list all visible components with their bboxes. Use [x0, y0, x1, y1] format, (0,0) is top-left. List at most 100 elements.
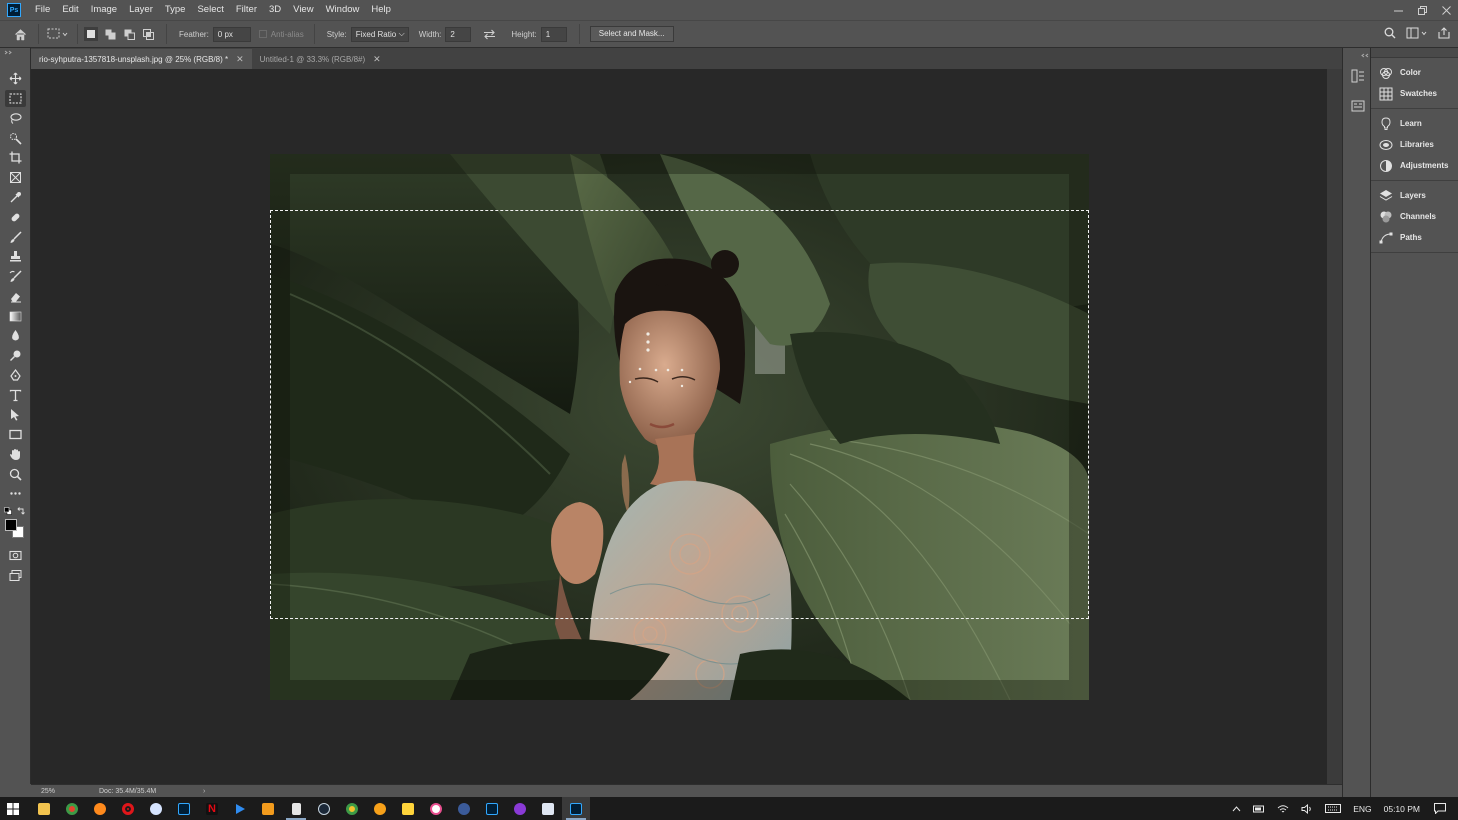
chrome-2-icon[interactable]: [338, 797, 366, 820]
eraser-tool-icon[interactable]: [5, 288, 26, 305]
rectangular-marquee-tool-icon[interactable]: [5, 90, 26, 107]
firefox-icon[interactable]: [86, 797, 114, 820]
swatches-panel-tab[interactable]: Swatches: [1371, 83, 1458, 104]
blur-tool-icon[interactable]: [5, 327, 26, 344]
search-icon[interactable]: [1382, 25, 1398, 41]
action-center-icon[interactable]: [1426, 803, 1458, 814]
close-icon[interactable]: ✕: [236, 54, 244, 65]
layers-panel-tab[interactable]: Layers: [1371, 185, 1458, 206]
collapse-tools-icon[interactable]: [4, 50, 12, 57]
workspace-switcher-icon[interactable]: [1404, 25, 1430, 41]
crop-tool-icon[interactable]: [5, 149, 26, 166]
foreground-color-swatch[interactable]: [5, 519, 17, 531]
anti-alias-checkbox[interactable]: Anti-alias: [258, 30, 304, 39]
rectangle-tool-icon[interactable]: [5, 426, 26, 443]
battery-icon[interactable]: [1247, 805, 1271, 813]
clone-stamp-tool-icon[interactable]: [5, 248, 26, 265]
close-button[interactable]: [1434, 0, 1458, 20]
volume-icon[interactable]: [1295, 803, 1319, 814]
gradient-tool-icon[interactable]: [5, 308, 26, 325]
swap-colors-icon[interactable]: [17, 507, 25, 517]
tool-preset-picker[interactable]: [45, 26, 71, 42]
menu-view[interactable]: View: [287, 0, 319, 20]
width-input[interactable]: 2: [445, 26, 472, 42]
tab-untitled-1[interactable]: Untitled-1 @ 33.3% (RGB/8#) ✕: [252, 49, 389, 69]
menu-file[interactable]: File: [29, 0, 56, 20]
show-hidden-icons-chevron-icon[interactable]: [1226, 805, 1247, 812]
zoom-tool-icon[interactable]: [5, 466, 26, 483]
windows-start-icon[interactable]: [0, 797, 26, 820]
menu-image[interactable]: Image: [85, 0, 123, 20]
learn-panel-tab[interactable]: Learn: [1371, 113, 1458, 134]
app-icon-13[interactable]: [366, 797, 394, 820]
close-icon[interactable]: ✕: [373, 54, 381, 65]
eyedropper-tool-icon[interactable]: [5, 189, 26, 206]
photoshop-taskbar-icon-active[interactable]: [562, 797, 590, 820]
vertical-scrollbar[interactable]: [1327, 69, 1342, 784]
steam-icon[interactable]: [310, 797, 338, 820]
height-input[interactable]: 1: [540, 26, 567, 42]
expand-panels-icon[interactable]: [1361, 50, 1369, 60]
paths-panel-tab[interactable]: Paths: [1371, 227, 1458, 248]
path-selection-tool-icon[interactable]: [5, 406, 26, 423]
add-to-selection-icon[interactable]: [103, 27, 117, 41]
subtract-from-selection-icon[interactable]: [122, 27, 136, 41]
home-icon[interactable]: [12, 26, 28, 42]
adjustments-panel-tab[interactable]: Adjustments: [1371, 155, 1458, 176]
menu-edit[interactable]: Edit: [56, 0, 84, 20]
chrome-icon[interactable]: [58, 797, 86, 820]
select-and-mask-button[interactable]: Select and Mask...: [589, 26, 674, 42]
app-icon-5[interactable]: [142, 797, 170, 820]
calculator-icon[interactable]: [282, 797, 310, 820]
libraries-panel-tab[interactable]: Libraries: [1371, 134, 1458, 155]
pen-tool-icon[interactable]: [5, 367, 26, 384]
swap-width-height-icon[interactable]: [481, 26, 497, 42]
lightroom-icon[interactable]: [478, 797, 506, 820]
file-explorer-icon[interactable]: [30, 797, 58, 820]
style-select[interactable]: Fixed Ratio: [350, 26, 409, 42]
menu-type[interactable]: Type: [159, 0, 192, 20]
restore-button[interactable]: [1410, 0, 1434, 20]
frame-tool-icon[interactable]: [5, 169, 26, 186]
language-indicator[interactable]: ENG: [1347, 804, 1377, 814]
clock[interactable]: 05:10 PM: [1378, 804, 1426, 814]
brush-tool-icon[interactable]: [5, 229, 26, 246]
marquee-selection[interactable]: [270, 210, 1089, 619]
feather-input[interactable]: 0 px: [212, 26, 251, 42]
healing-brush-tool-icon[interactable]: [5, 209, 26, 226]
keyboard-icon[interactable]: [1319, 804, 1347, 813]
color-panel-tab[interactable]: Color: [1371, 62, 1458, 83]
app-icon-16[interactable]: [450, 797, 478, 820]
quick-mask-icon[interactable]: [5, 547, 26, 564]
screen-mode-icon[interactable]: [5, 567, 26, 584]
default-colors-icon[interactable]: [4, 507, 12, 517]
status-menu-arrow[interactable]: ›: [203, 788, 205, 795]
app-icon-19[interactable]: [534, 797, 562, 820]
history-brush-tool-icon[interactable]: [5, 268, 26, 285]
quick-selection-tool-icon[interactable]: [5, 130, 26, 147]
menu-3d[interactable]: 3D: [263, 0, 287, 20]
share-icon[interactable]: [1436, 25, 1452, 41]
hand-tool-icon[interactable]: [5, 446, 26, 463]
tab-rio-syhputra[interactable]: rio-syhputra-1357818-unsplash.jpg @ 25% …: [31, 49, 252, 69]
dodge-tool-icon[interactable]: [5, 347, 26, 364]
app-icon-18[interactable]: [506, 797, 534, 820]
menu-help[interactable]: Help: [365, 0, 397, 20]
itunes-icon[interactable]: [422, 797, 450, 820]
new-selection-icon[interactable]: [84, 27, 98, 41]
edit-toolbar-icon[interactable]: [5, 485, 26, 502]
lasso-tool-icon[interactable]: [5, 110, 26, 127]
zoom-level-field[interactable]: 25%: [31, 788, 69, 795]
minimize-button[interactable]: [1386, 0, 1410, 20]
opera-icon[interactable]: [114, 797, 142, 820]
photoshop-taskbar-icon-1[interactable]: [170, 797, 198, 820]
history-panel-icon[interactable]: [1349, 67, 1366, 84]
menu-filter[interactable]: Filter: [230, 0, 263, 20]
menu-layer[interactable]: Layer: [123, 0, 159, 20]
intersect-selection-icon[interactable]: [141, 27, 155, 41]
move-tool-icon[interactable]: [5, 70, 26, 87]
type-tool-icon[interactable]: [5, 387, 26, 404]
menu-select[interactable]: Select: [191, 0, 229, 20]
channels-panel-tab[interactable]: Channels: [1371, 206, 1458, 227]
sticky-notes-icon[interactable]: [394, 797, 422, 820]
